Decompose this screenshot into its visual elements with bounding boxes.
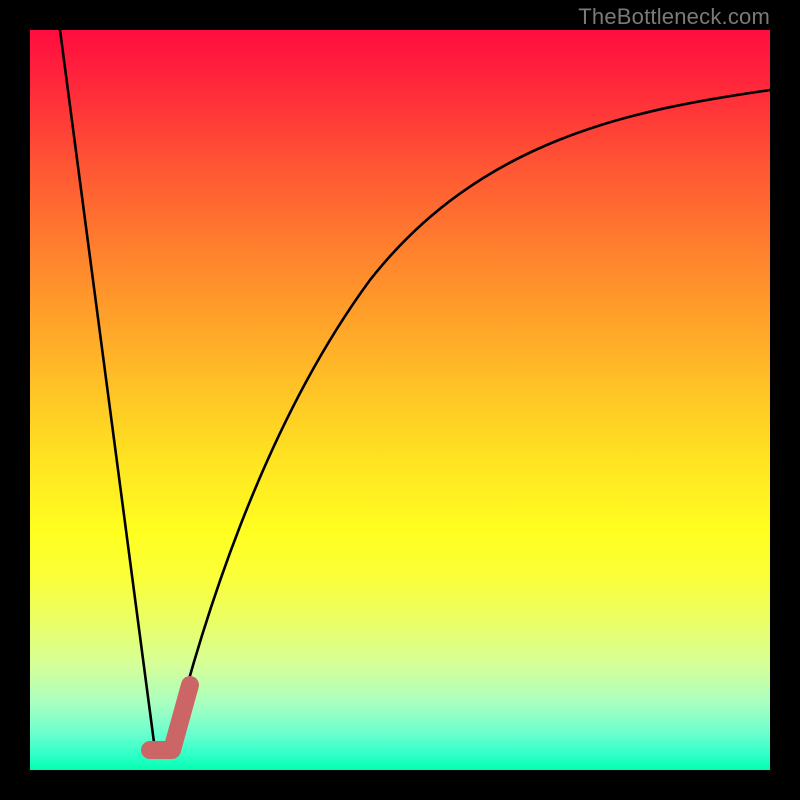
curve-layer [30, 30, 770, 770]
bottleneck-curve [60, 30, 770, 750]
plot-area [30, 30, 770, 770]
chart-frame: TheBottleneck.com [0, 0, 800, 800]
highlight-J [150, 685, 190, 750]
watermark-text: TheBottleneck.com [578, 4, 770, 30]
